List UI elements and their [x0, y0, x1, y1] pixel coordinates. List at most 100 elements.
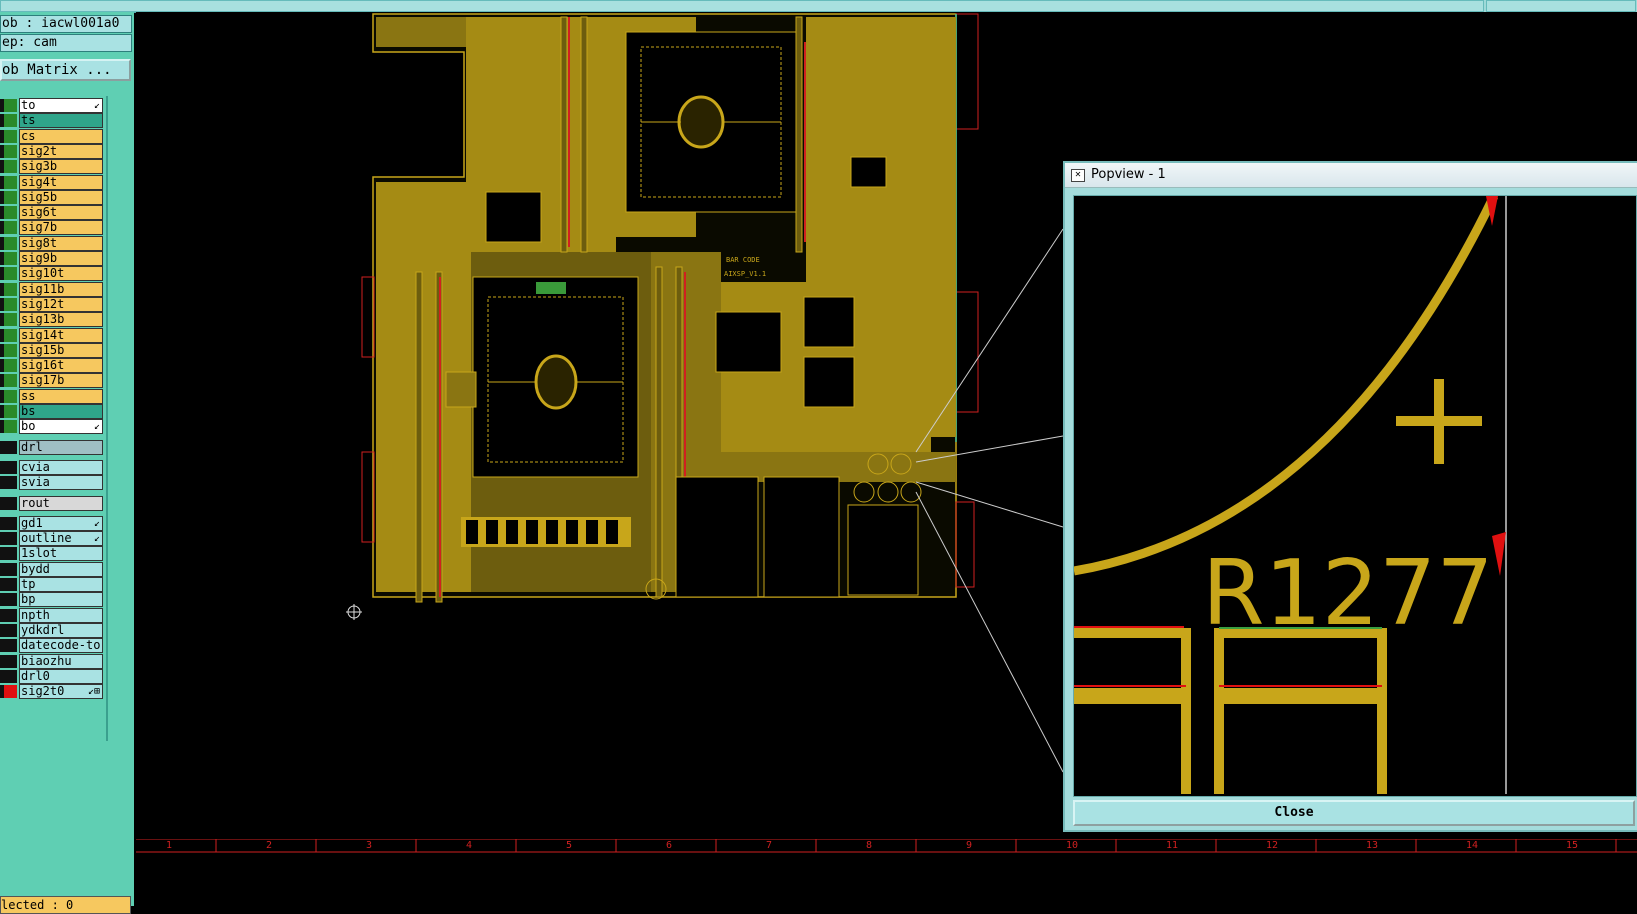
layer-name[interactable]: tp [19, 577, 103, 592]
layer-display-color[interactable] [4, 359, 17, 373]
layer-row-sig14t[interactable]: sig14t [0, 327, 104, 343]
close-button[interactable]: Close [1073, 800, 1635, 826]
layer-display-color[interactable] [4, 282, 17, 296]
layer-row-1slot[interactable]: 1slot [0, 546, 104, 562]
layer-row-gd1[interactable]: gd1 ↙ [0, 515, 104, 531]
layer-display-color[interactable] [4, 129, 17, 143]
layer-row-bo[interactable]: bo ↙ [0, 419, 104, 435]
layer-name[interactable]: sig17b [19, 373, 103, 389]
layer-display-color[interactable] [4, 343, 17, 357]
layer-name[interactable]: sig9b [19, 251, 103, 266]
layer-name[interactable]: sig4t [19, 174, 103, 190]
layer-row-sig17b[interactable]: sig17b [0, 373, 104, 389]
layer-row-bydd[interactable]: bydd [0, 561, 104, 577]
layer-row-sig9b[interactable]: sig9b [0, 251, 104, 266]
layer-display-color[interactable] [4, 206, 17, 220]
layer-row-datecode-to[interactable]: datecode-to [0, 638, 104, 654]
layer-display-color[interactable] [4, 623, 17, 637]
layer-row-sig13b[interactable]: sig13b [0, 312, 104, 328]
layer-name[interactable]: sig2t [19, 143, 103, 159]
layer-name[interactable]: sig2t0 ↙⊞ [19, 684, 103, 700]
layer-name[interactable]: rout [19, 495, 103, 511]
layer-display-color[interactable] [4, 190, 17, 204]
layer-row-sig7b[interactable]: sig7b [0, 220, 104, 236]
layer-name[interactable]: sig10t [19, 266, 103, 282]
layer-display-color[interactable] [4, 252, 17, 265]
layer-display-color[interactable] [4, 562, 17, 576]
layer-row-biaozhu[interactable]: biaozhu [0, 653, 104, 669]
layer-display-color[interactable] [4, 639, 17, 653]
layer-display-color[interactable] [4, 532, 17, 546]
layer-display-color[interactable] [4, 476, 17, 490]
layer-name[interactable]: sig13b [19, 312, 103, 328]
layer-row-tp[interactable]: tp [0, 577, 104, 592]
layer-display-color[interactable] [4, 236, 17, 250]
layer-row-bs[interactable]: bs [0, 404, 104, 419]
layer-name[interactable]: sig16t [19, 358, 103, 374]
layer-display-color[interactable] [4, 374, 17, 388]
layer-name[interactable]: npth [19, 607, 103, 623]
layer-name[interactable]: bydd [19, 561, 103, 577]
layer-display-color[interactable] [4, 313, 17, 327]
popview-titlebar[interactable]: ✕ Popview - 1 [1065, 163, 1637, 188]
layer-display-color[interactable] [4, 99, 17, 112]
layer-display-color[interactable] [4, 460, 17, 474]
layer-name[interactable]: bo ↙ [19, 419, 103, 435]
layer-row-sig12t[interactable]: sig12t [0, 296, 104, 312]
layer-name[interactable]: sig3b [19, 159, 103, 175]
layer-name[interactable]: cs [19, 128, 103, 144]
layer-row-sig10t[interactable]: sig10t [0, 266, 104, 282]
layer-row-sig2t0[interactable]: sig2t0 ↙⊞ [0, 684, 104, 700]
layer-display-color[interactable] [4, 440, 17, 454]
layer-name[interactable]: cvia [19, 459, 103, 475]
layer-display-color[interactable] [4, 516, 17, 530]
layer-name[interactable]: ss [19, 388, 103, 404]
layer-row-drl[interactable]: drl [0, 439, 104, 455]
job-matrix-button[interactable]: ob Matrix ... [0, 59, 131, 81]
layer-row-sig15b[interactable]: sig15b [0, 342, 104, 358]
layer-name[interactable]: 1slot [19, 546, 103, 562]
layer-row-drl0[interactable]: drl0 [0, 668, 104, 684]
layer-row-npth[interactable]: npth [0, 607, 104, 623]
layer-display-color[interactable] [4, 221, 17, 235]
layer-name[interactable]: outline ↙ [19, 531, 103, 547]
layer-display-color[interactable] [4, 685, 17, 699]
layer-display-color[interactable] [4, 114, 17, 128]
layer-row-sig8t[interactable]: sig8t [0, 235, 104, 251]
layer-row-rout[interactable]: rout [0, 495, 104, 511]
layer-name[interactable]: ydkdrl [19, 622, 103, 638]
layer-name[interactable]: gd1 ↙ [19, 515, 103, 531]
layer-row-sig6t[interactable]: sig6t [0, 205, 104, 221]
layer-row-ydkdrl[interactable]: ydkdrl [0, 622, 104, 638]
layer-display-color[interactable] [4, 593, 17, 607]
layer-display-color[interactable] [4, 420, 17, 434]
layer-display-color[interactable] [4, 669, 17, 683]
layer-name[interactable]: sig7b [19, 220, 103, 236]
layer-display-color[interactable] [4, 160, 17, 174]
layer-row-sig2t[interactable]: sig2t [0, 143, 104, 159]
layer-display-color[interactable] [4, 297, 17, 311]
layer-display-color[interactable] [4, 405, 17, 418]
layer-name[interactable]: drl [19, 439, 103, 455]
layer-row-sig11b[interactable]: sig11b [0, 281, 104, 297]
top-bar-field[interactable] [0, 0, 1484, 12]
layer-row-ts[interactable]: ts [0, 113, 104, 129]
layer-display-color[interactable] [4, 496, 17, 510]
layer-name[interactable]: bs [19, 404, 103, 419]
layer-row-sig3b[interactable]: sig3b [0, 159, 104, 175]
layer-name[interactable]: svia [19, 475, 103, 491]
layer-name[interactable]: to ↙ [19, 98, 103, 113]
layer-row-ss[interactable]: ss [0, 388, 104, 404]
layer-name[interactable]: sig6t [19, 205, 103, 221]
layer-display-color[interactable] [4, 389, 17, 403]
layer-name[interactable]: sig11b [19, 281, 103, 297]
layer-row-cvia[interactable]: cvia [0, 459, 104, 475]
layer-display-color[interactable] [4, 654, 17, 668]
layer-name[interactable]: datecode-to [19, 638, 103, 654]
layer-display-color[interactable] [4, 547, 17, 561]
layer-name[interactable]: sig15b [19, 342, 103, 358]
layer-display-color[interactable] [4, 267, 17, 281]
layer-row-outline[interactable]: outline ↙ [0, 531, 104, 547]
layer-display-color[interactable] [4, 144, 17, 158]
layer-name[interactable]: sig12t [19, 296, 103, 312]
